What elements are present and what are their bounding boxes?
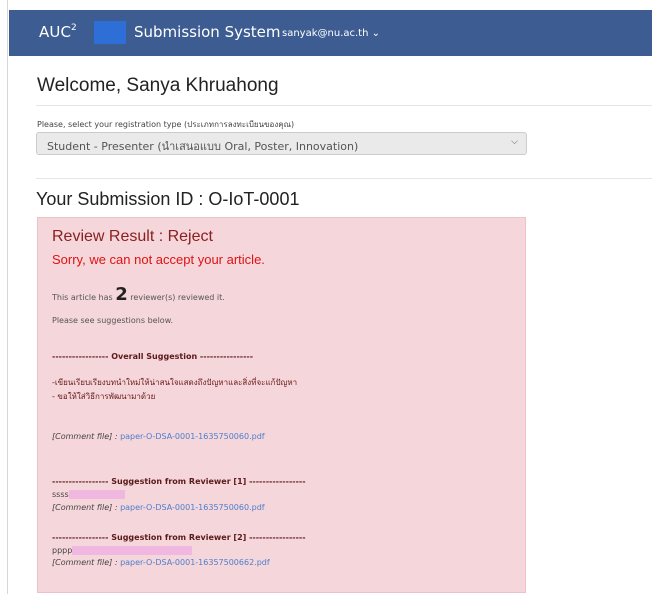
overall-comment-file-link[interactable]: paper-O-DSA-0001-1635750060.pdf xyxy=(120,432,265,441)
reject-message: Sorry, we can not accept your article. xyxy=(52,252,265,267)
registration-type-label: Please, select your registration type (ป… xyxy=(37,120,295,129)
reviewer-1-header: ----------------- Suggestion from Review… xyxy=(52,477,306,486)
registration-type-value: Student - Presenter (นำเสนอแบบ Oral, Pos… xyxy=(47,140,359,153)
reviewer-2-comment-file-link[interactable]: paper-O-DSA-0001-16357500662.pdf xyxy=(120,558,270,567)
overall-comment-file: [Comment file] : paper-O-DSA-0001-163575… xyxy=(52,432,265,441)
redacted-block xyxy=(68,490,125,499)
reviewer-count: 2 xyxy=(115,284,128,305)
overall-suggestion-header: ----------------- Overall Suggestion ---… xyxy=(52,352,254,361)
review-result-panel: Review Result : Reject Sorry, we can not… xyxy=(37,217,526,593)
review-result-title: Review Result : Reject xyxy=(52,228,213,245)
left-border xyxy=(0,0,8,594)
system-title: Submission System xyxy=(134,23,281,41)
user-menu-dropdown[interactable]: sanyak@nu.ac.th ⌄ xyxy=(282,28,380,39)
reviewer-count-line: This article has 2 reviewer(s) reviewed … xyxy=(52,284,225,305)
registration-type-select[interactable]: Student - Presenter (นำเสนอแบบ Oral, Pos… xyxy=(36,132,527,155)
reviewer-1-text: ssss xyxy=(52,490,125,499)
redacted-block xyxy=(94,21,126,44)
divider xyxy=(36,178,652,179)
redacted-block xyxy=(72,546,193,555)
see-suggestions-text: Please see suggestions below. xyxy=(52,316,174,325)
reviewer-2-text: pppp xyxy=(52,546,193,555)
submission-id-heading: Your Submission ID : O-IoT-0001 xyxy=(36,189,300,209)
overall-suggestion-line-1: -เขียนเรียบเรียงบทนำใหม่ให้น่าสนใจแสดงถึ… xyxy=(52,378,298,387)
top-navbar: AUC2 Submission System sanyak@nu.ac.th ⌄ xyxy=(9,10,652,56)
divider xyxy=(36,105,652,106)
reviewer-2-comment-file: [Comment file] : paper-O-DSA-0001-163575… xyxy=(52,558,270,567)
welcome-heading: Welcome, Sanya Khruahong xyxy=(37,75,279,96)
overall-suggestion-line-2: - ขอให้ใส่วิธีการพัฒนามาด้วย xyxy=(52,392,156,401)
reviewer-2-header: ----------------- Suggestion from Review… xyxy=(52,533,306,542)
chevron-down-icon: ⌵ xyxy=(511,137,518,147)
reviewer-1-comment-file: [Comment file] : paper-O-DSA-0001-163575… xyxy=(52,503,265,512)
brand-logo[interactable]: AUC2 xyxy=(39,23,77,41)
reviewer-1-comment-file-link[interactable]: paper-O-DSA-0001-1635750060.pdf xyxy=(120,503,265,512)
